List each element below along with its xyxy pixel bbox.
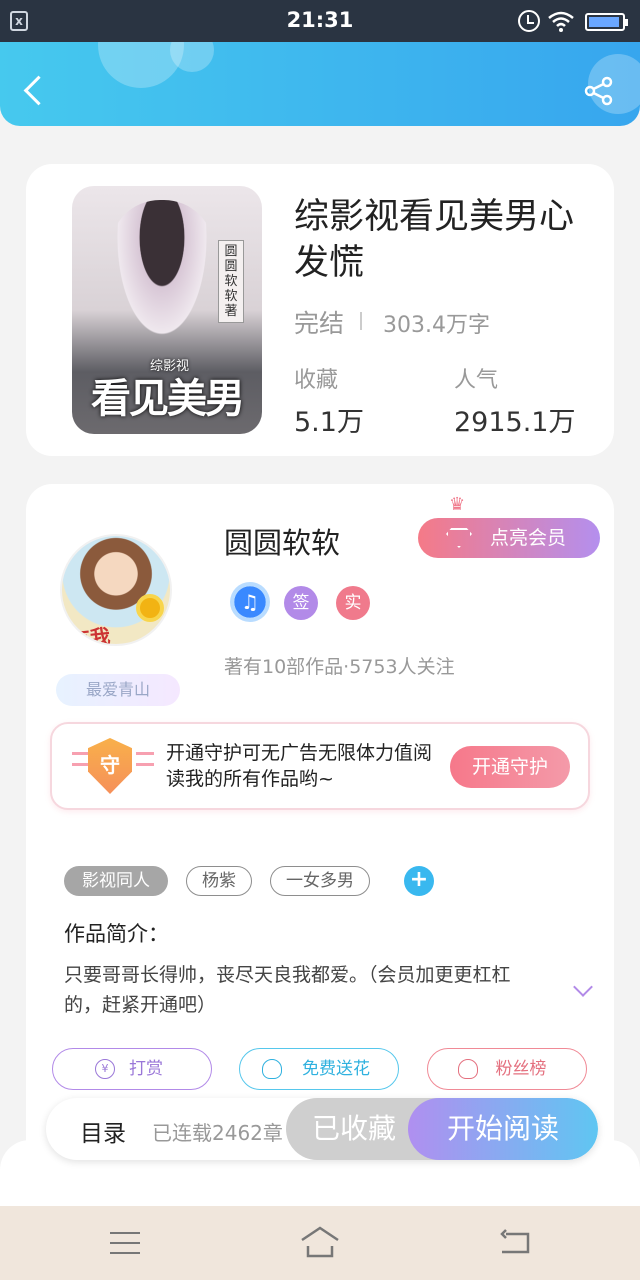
avatar[interactable]: 有我 <box>60 534 172 646</box>
avatar-text: 有我 <box>69 623 112 646</box>
wing-icon <box>72 752 90 766</box>
author-meta: 著有10部作品·5753人关注 <box>224 656 455 678</box>
tag-item[interactable]: 杨紫 <box>186 866 252 896</box>
reading-action-bar: 目录 已连载2462章 已收藏 开始阅读 <box>46 1098 598 1160</box>
guard-promo: 守 开通守护可无广告无限体力值阅读我的所有作品哟~ 开通守护 <box>50 722 590 810</box>
word-count: 303.4万字 <box>383 313 490 338</box>
stat-favorites-label: 收藏 <box>294 368 339 393</box>
stat-popularity-label: 人气 <box>454 368 499 393</box>
tag-item[interactable]: 影视同人 <box>64 866 168 896</box>
alarm-icon <box>518 10 540 32</box>
status-time: 21:31 <box>286 8 354 32</box>
add-tag-button[interactable]: + <box>404 866 434 896</box>
wifi-icon <box>548 11 574 32</box>
wing-icon <box>136 752 154 766</box>
home-icon[interactable] <box>300 1226 340 1258</box>
menu-icon[interactable] <box>110 1232 140 1254</box>
chevron-down-icon[interactable] <box>573 977 593 997</box>
battery-icon <box>585 13 628 31</box>
user-rank-icon <box>458 1059 478 1079</box>
vip-button-label: 点亮会员 <box>490 527 567 549</box>
top-header <box>0 42 640 126</box>
stat-favorites-value: 5.1万 <box>294 407 364 438</box>
book-info-card: 圆圆软软著 综影视 看见美男 综影视看见美男心发慌 完结 303.4万字 收藏 … <box>26 164 614 456</box>
tag-item[interactable]: 一女多男 <box>270 866 370 896</box>
intro-title: 作品简介： <box>64 922 169 946</box>
status-bar: x 21:31 <box>0 0 640 42</box>
send-flower-button[interactable]: 免费送花 <box>239 1048 399 1090</box>
send-flower-label: 免费送花 <box>302 1059 370 1079</box>
crown-icon: ♛ <box>449 494 466 515</box>
open-guard-button[interactable]: 开通守护 <box>450 746 570 788</box>
intro-text: 只要哥哥长得帅，丧尽天良我都爱。（会员加更更杠杠的，赶紧开通吧） <box>64 964 511 1016</box>
author-name[interactable]: 圆圆软软 <box>224 520 340 562</box>
book-status: 完结 <box>294 309 345 338</box>
cover-author-label: 圆圆软软著 <box>218 240 244 323</box>
guard-text: 开通守护可无广告无限体力值阅读我的所有作品哟~ <box>166 742 433 790</box>
divider <box>360 312 362 330</box>
share-icon[interactable] <box>582 74 616 108</box>
fans-ranking-label: 粉丝榜 <box>495 1059 547 1079</box>
author-card: 有我 最爱青山 圆圆软软 ♛ 点亮会员 ♫ 签 实 著有10部作品·5753人关… <box>26 484 614 1184</box>
book-title: 综影视看见美男心发慌 <box>294 197 575 283</box>
fans-ranking-button[interactable]: 粉丝榜 <box>427 1048 587 1090</box>
music-badge-icon[interactable]: ♫ <box>230 582 270 622</box>
sign-badge-icon[interactable]: 签 <box>284 586 318 620</box>
start-reading-button[interactable]: 开始阅读 <box>408 1098 598 1160</box>
back-icon[interactable] <box>500 1228 532 1256</box>
diamond-icon <box>446 528 472 548</box>
catalog-status[interactable]: 已连载2462章 <box>152 1117 283 1146</box>
sunflower-decor <box>136 594 164 622</box>
back-arrow-icon[interactable] <box>18 72 50 112</box>
real-badge-icon[interactable]: 实 <box>336 586 370 620</box>
catalog-button[interactable]: 目录 <box>80 1114 126 1148</box>
book-cover[interactable]: 圆圆软软著 综影视 看见美男 <box>72 186 262 434</box>
stat-popularity-value: 2915.1万 <box>454 407 576 438</box>
system-nav-bar <box>0 1206 640 1280</box>
reward-label: 打赏 <box>129 1059 163 1079</box>
shield-icon: 守 <box>88 738 132 794</box>
yen-icon: ¥ <box>95 1059 115 1079</box>
reward-button[interactable]: ¥ 打赏 <box>52 1048 212 1090</box>
cover-title: 看见美男 <box>91 375 245 422</box>
fav-tag: 最爱青山 <box>56 674 180 706</box>
flower-icon <box>262 1059 282 1079</box>
vip-button[interactable]: 点亮会员 <box>418 518 600 558</box>
cover-illustration <box>110 200 214 350</box>
